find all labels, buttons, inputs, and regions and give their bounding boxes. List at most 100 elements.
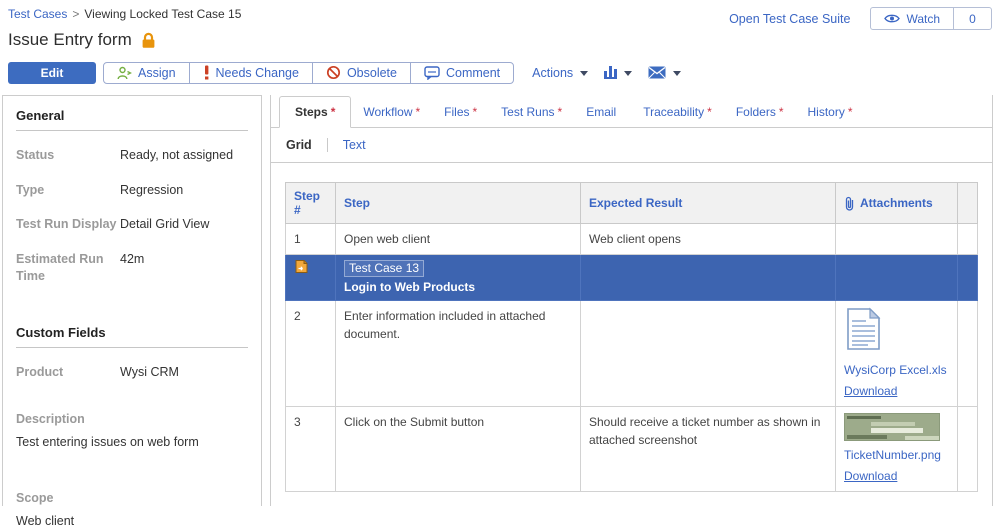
reports-dropdown[interactable]: [604, 67, 632, 79]
description-label: Description: [16, 412, 248, 426]
tab-steps[interactable]: Steps*: [279, 96, 351, 128]
step-row-1: 1 Open web client Web client opens: [286, 224, 978, 255]
view-mode-subtabs: Grid Text: [271, 128, 992, 163]
unsaved-indicator: *: [415, 105, 420, 119]
needs-change-button-label: Needs Change: [216, 66, 299, 80]
watch-button-group: Watch 0: [870, 7, 992, 30]
linked-test-case-icon: [294, 259, 309, 274]
expected-result-cell: [581, 255, 836, 301]
tab-test-runs[interactable]: Test Runs*: [489, 97, 574, 127]
field-label: Test Run Display: [16, 216, 120, 234]
watch-button-label: Watch: [906, 12, 940, 26]
obsolete-button-label: Obsolete: [347, 66, 397, 80]
section-divider: [16, 130, 248, 131]
step-number: 1: [286, 224, 336, 255]
lock-icon: [141, 32, 156, 49]
step-number: 3: [286, 407, 336, 492]
subtab-text[interactable]: Text: [343, 138, 366, 152]
custom-fields-section-heading: Custom Fields: [16, 313, 248, 340]
scope-value: Web client: [16, 514, 248, 528]
field-label: Type: [16, 182, 120, 200]
obsolete-icon: [326, 65, 341, 80]
watch-count-badge[interactable]: 0: [953, 8, 991, 29]
unsaved-indicator: *: [331, 105, 336, 119]
actions-dropdown[interactable]: Actions: [532, 66, 588, 80]
breadcrumb-test-cases-link[interactable]: Test Cases: [8, 7, 67, 21]
unsaved-indicator: *: [779, 105, 784, 119]
field-test-run-display: Test Run Display Detail Grid View: [16, 216, 248, 234]
attachment-file-name[interactable]: TicketNumber.png: [844, 446, 949, 464]
toolbar: Edit Assign Needs Change Obsolete Commen…: [0, 61, 1000, 84]
tab-traceability[interactable]: Traceability*: [631, 97, 724, 127]
attachments-cell: TicketNumber.png Download: [836, 407, 958, 492]
spacer-cell: [958, 407, 978, 492]
column-header-step: Step: [336, 183, 581, 224]
tab-folders[interactable]: Folders*: [724, 97, 796, 127]
linked-test-case-row[interactable]: Test Case 13 Login to Web Products: [286, 255, 978, 301]
tab-label: Test Runs: [501, 105, 554, 119]
linked-test-case-subtitle: Login to Web Products: [344, 278, 572, 296]
assign-person-icon: [117, 66, 132, 80]
section-divider: [16, 347, 248, 348]
tab-label: Steps: [295, 105, 328, 119]
tab-files[interactable]: Files *: [432, 97, 489, 127]
tab-workflow[interactable]: Workflow*: [351, 97, 432, 127]
document-attachment-icon[interactable]: [846, 307, 881, 351]
column-header-attachments: Attachments: [836, 183, 958, 224]
bar-chart-icon: [604, 67, 617, 79]
unsaved-indicator: *: [473, 105, 478, 119]
attachment-file-name[interactable]: WysiCorp Excel.xls: [844, 361, 949, 379]
assign-button-label: Assign: [138, 66, 176, 80]
assign-button[interactable]: Assign: [104, 63, 190, 83]
linked-test-case-title[interactable]: Test Case 13: [344, 260, 424, 277]
column-header-attachments-label: Attachments: [860, 196, 933, 210]
spacer-cell: [958, 255, 978, 301]
step-text: Enter information included in attached d…: [336, 301, 581, 407]
subtab-grid[interactable]: Grid: [286, 138, 312, 152]
field-value: 42m: [120, 251, 144, 286]
details-sidebar: General Status Ready, not assigned Type …: [2, 95, 262, 506]
eye-icon: [884, 13, 900, 24]
caret-down-icon: [624, 71, 632, 76]
comment-button-label: Comment: [446, 66, 500, 80]
field-value: Ready, not assigned: [120, 147, 233, 165]
field-type: Type Regression: [16, 182, 248, 200]
tab-label: Files: [444, 105, 469, 119]
top-bar: Test Cases>Viewing Locked Test Case 15 I…: [0, 0, 1000, 50]
step-text: Click on the Submit button: [336, 407, 581, 492]
email-dropdown[interactable]: [648, 66, 681, 79]
tab-label: Folders: [736, 105, 776, 119]
needs-change-button[interactable]: Needs Change: [190, 63, 313, 83]
expected-result-text: Should receive a ticket number as shown …: [581, 407, 836, 492]
attachments-cell: [836, 255, 958, 301]
linked-test-case-cell: Test Case 13 Login to Web Products: [336, 255, 581, 301]
obsolete-button[interactable]: Obsolete: [313, 63, 411, 83]
attachment-download-link[interactable]: Download: [844, 382, 897, 400]
tab-email[interactable]: Email: [574, 97, 631, 127]
watch-button[interactable]: Watch: [871, 8, 953, 29]
expected-result-text: Web client opens: [581, 224, 836, 255]
edit-button[interactable]: Edit: [8, 62, 96, 84]
field-value: Detail Grid View: [120, 216, 209, 234]
screenshot-thumbnail[interactable]: [844, 413, 940, 441]
caret-down-icon: [673, 71, 681, 76]
step-row-3: 3 Click on the Submit button Should rece…: [286, 407, 978, 492]
breadcrumb-separator: >: [72, 7, 79, 21]
comment-button[interactable]: Comment: [411, 63, 513, 83]
tab-strip: Steps* Workflow* Files* Test Runs* Email…: [271, 95, 992, 128]
open-test-case-suite-link[interactable]: Open Test Case Suite: [729, 12, 850, 26]
actions-dropdown-label: Actions: [532, 66, 573, 80]
field-estimated-run-time: Estimated Run Time 42m: [16, 251, 248, 286]
page-title: Issue Entry form: [8, 30, 132, 50]
table-header-row: Step # Step Expected Result Attachments: [286, 183, 978, 224]
tab-label: Email: [586, 105, 616, 119]
attachments-cell: WysiCorp Excel.xls Download: [836, 301, 958, 407]
step-text: Open web client: [336, 224, 581, 255]
spacer-cell: [958, 301, 978, 407]
field-value: Regression: [120, 182, 183, 200]
main-panel: Steps* Workflow* Files* Test Runs* Email…: [270, 95, 993, 506]
tab-history[interactable]: History*: [796, 97, 865, 127]
caret-down-icon: [580, 71, 588, 76]
column-header-spacer: [958, 183, 978, 224]
attachment-download-link[interactable]: Download: [844, 467, 897, 485]
